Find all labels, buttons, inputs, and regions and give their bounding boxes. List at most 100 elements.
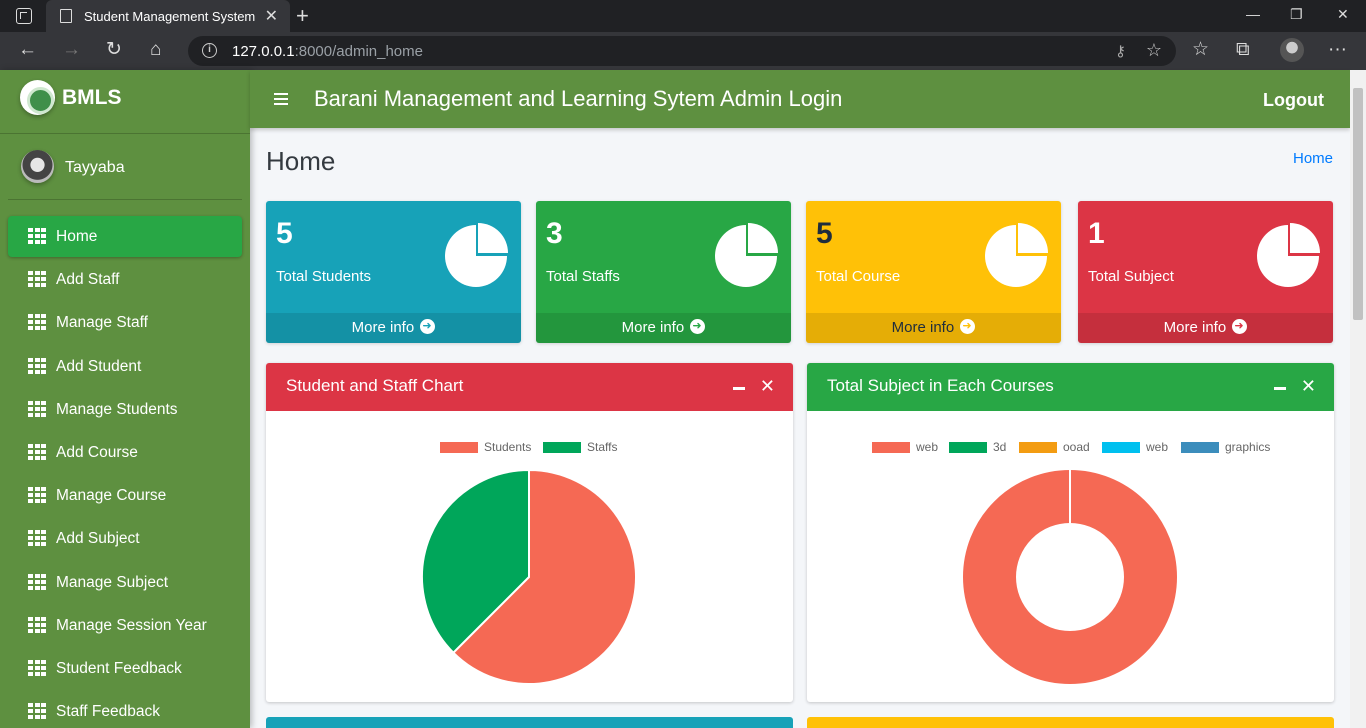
grid-icon [28, 487, 46, 504]
legend-swatch [1019, 442, 1057, 453]
sidebar-item-label: Home [56, 228, 98, 245]
sidebar-item-label: Add Course [56, 443, 138, 461]
close-icon[interactable]: ✕ [760, 376, 775, 397]
grid-icon [28, 400, 46, 417]
stat-box-total-students: 5 Total Students More info [266, 201, 521, 343]
collapse-icon[interactable] [1274, 387, 1286, 390]
sidebar-item-label: Manage Staff [56, 314, 148, 332]
sidebar-item-manage-session-year[interactable]: Manage Session Year [8, 605, 242, 646]
page-scrollbar[interactable] [1350, 70, 1366, 728]
tab-actions-icon[interactable] [16, 8, 32, 24]
home-icon[interactable]: ⌂ [150, 40, 161, 60]
sidebar-item-add-subject[interactable]: Add Subject [8, 518, 242, 559]
profile-avatar[interactable] [1280, 38, 1304, 62]
more-info-label: More info [891, 319, 955, 336]
browser-nav-bar: ← → ↻ ⌂ i 127.0.0.1:8000/admin_home ⚷ ☆ … [0, 32, 1366, 70]
sidebar-item-student-feedback[interactable]: Student Feedback [8, 648, 242, 689]
sidebar-item-manage-students[interactable]: Manage Students [8, 389, 242, 430]
sidebar: BMLS Tayyaba Home Add Staff Manage Staff… [0, 70, 250, 728]
sidebar-item-label: Add Subject [56, 530, 140, 548]
more-info-label: More info [1163, 319, 1227, 336]
legend-item[interactable]: web [872, 440, 938, 454]
user-panel: Tayyaba [8, 134, 242, 200]
sidebar-nav: Home Add Staff Manage Staff Add Student … [8, 216, 242, 728]
back-icon[interactable]: ← [18, 40, 37, 60]
arrow-circle-right-icon [420, 311, 436, 341]
sidebar-item-label: Manage Course [56, 487, 167, 505]
sidebar-item-label: Staff Feedback [56, 703, 160, 721]
sidebar-item-manage-subject[interactable]: Manage Subject [8, 562, 242, 603]
more-info-label: More info [351, 319, 415, 336]
more-info-link[interactable]: More info [536, 311, 791, 343]
add-favorite-icon[interactable]: ☆ [1146, 40, 1162, 61]
close-window-icon[interactable]: ✕ [1337, 6, 1349, 23]
grid-icon [28, 271, 46, 288]
site-info-icon[interactable]: i [202, 43, 217, 58]
favorites-icon[interactable]: ☆ [1192, 40, 1209, 60]
legend-label: Students [484, 440, 531, 454]
legend-item[interactable]: graphics [1181, 440, 1270, 454]
new-tab-icon[interactable]: + [296, 3, 309, 29]
legend-label: web [915, 440, 938, 454]
restore-icon[interactable]: ❐ [1290, 6, 1303, 23]
minimize-icon[interactable]: — [1246, 6, 1260, 22]
legend-swatch [543, 442, 581, 453]
more-info-link[interactable]: More info [806, 311, 1061, 343]
legend-item[interactable]: web [1102, 440, 1168, 454]
card-header: Student and Staff Chart ✕ [266, 363, 793, 411]
stat-box-total-subject: 1 Total Subject More info [1078, 201, 1333, 343]
sidebar-item-add-student[interactable]: Add Student [8, 346, 242, 387]
stat-label: Total Staffs [546, 268, 620, 285]
close-icon[interactable]: ✕ [1301, 376, 1316, 397]
page-title: Home [266, 146, 336, 176]
grid-icon [28, 443, 46, 460]
stat-count: 5 [276, 217, 293, 250]
legend-item[interactable]: Students [440, 440, 531, 454]
brand-link[interactable]: BMLS [0, 70, 250, 134]
legend-label: Staffs [587, 440, 617, 454]
sidebar-item-manage-course[interactable]: Manage Course [8, 475, 242, 516]
logout-link[interactable]: Logout [1263, 90, 1324, 111]
breadcrumb[interactable]: Home [1293, 150, 1333, 167]
legend-swatch [949, 442, 987, 453]
sidebar-item-add-course[interactable]: Add Course [8, 432, 242, 473]
close-tab-icon[interactable]: ✕ [265, 6, 278, 26]
legend-item[interactable]: Staffs [543, 440, 617, 454]
scrollbar-thumb[interactable] [1353, 88, 1363, 320]
sidebar-item-home[interactable]: Home [8, 216, 242, 257]
legend-swatch [1181, 442, 1219, 453]
refresh-icon[interactable]: ↻ [106, 40, 122, 60]
collections-icon[interactable]: ⧉ [1236, 40, 1250, 60]
browser-tab[interactable]: Student Management System ✕ [46, 0, 290, 32]
pie-chart: Students Staffs [421, 440, 637, 685]
student-staff-chart-card: Student and Staff Chart ✕ Students Staffs [266, 363, 793, 702]
legend-label: 3d [993, 440, 1006, 454]
page-icon [60, 9, 72, 23]
legend-item[interactable]: ooad [1019, 440, 1090, 454]
grid-icon [28, 616, 46, 633]
hamburger-menu-icon[interactable] [274, 93, 288, 105]
more-info-link[interactable]: More info [266, 311, 521, 343]
sidebar-item-label: Manage Subject [56, 573, 169, 591]
legend-item[interactable]: 3d [949, 440, 1006, 454]
arrow-circle-right-icon [960, 311, 976, 341]
more-options-icon[interactable]: ··· [1328, 40, 1347, 60]
sidebar-item-staff-feedback[interactable]: Staff Feedback [8, 691, 242, 728]
legend-label: ooad [1063, 440, 1090, 454]
collapse-icon[interactable] [733, 387, 745, 390]
grid-icon [28, 357, 46, 374]
sidebar-item-add-staff[interactable]: Add Staff [8, 259, 242, 300]
stat-count: 3 [546, 217, 563, 250]
logo-icon [20, 80, 55, 115]
legend-swatch [1102, 442, 1140, 453]
sidebar-item-manage-staff[interactable]: Manage Staff [8, 302, 242, 343]
legend-label: web [1145, 440, 1168, 454]
grid-icon [28, 228, 46, 244]
key-icon[interactable]: ⚷ [1115, 42, 1126, 60]
pie-chart-icon [715, 223, 778, 287]
url-text: 127.0.0.1:8000/admin_home [232, 43, 423, 60]
forward-icon[interactable]: → [62, 40, 81, 60]
address-bar[interactable]: i 127.0.0.1:8000/admin_home ⚷ ☆ [188, 36, 1176, 66]
user-name[interactable]: Tayyaba [65, 159, 125, 177]
more-info-link[interactable]: More info [1078, 311, 1333, 343]
